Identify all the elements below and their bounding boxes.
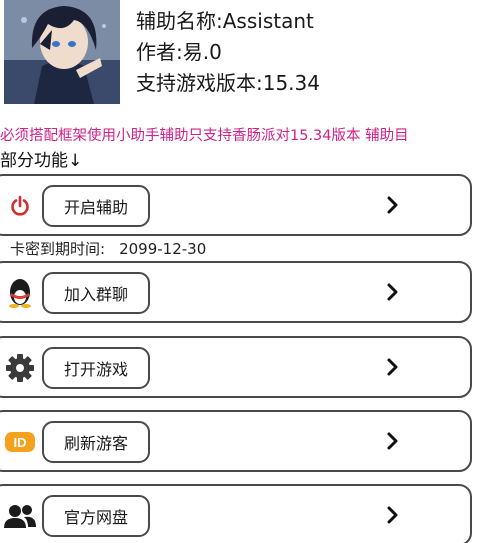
chevron-right-icon — [383, 503, 403, 527]
expiry-value: 2099-12-30 — [119, 240, 207, 258]
assistant-info: 辅助名称:Assistant 作者:易.0 支持游戏版本:15.34 — [136, 6, 320, 99]
open-game-button[interactable]: 打开游戏 — [42, 347, 150, 389]
row-open-game[interactable]: 打开游戏 — [0, 336, 472, 398]
expiry-label: 卡密到期时间: — [10, 240, 106, 258]
row-join-group[interactable]: 加入群聊 — [0, 261, 472, 323]
users-icon — [2, 501, 38, 531]
enable-assist-button[interactable]: 开启辅助 — [42, 185, 150, 227]
row-refresh-guest[interactable]: ID 刷新游客 — [0, 410, 472, 472]
assistant-name: 辅助名称:Assistant — [136, 9, 314, 33]
supported-version: 支持游戏版本:15.34 — [136, 71, 320, 95]
header: 辅助名称:Assistant 作者:易.0 支持游戏版本:15.34 — [0, 0, 478, 108]
official-drive-button[interactable]: 官方网盘 — [42, 495, 150, 537]
row-official-drive[interactable]: 官方网盘 — [0, 484, 472, 543]
qq-penguin-icon — [2, 278, 38, 308]
join-group-button[interactable]: 加入群聊 — [42, 272, 150, 314]
id-badge-icon: ID — [2, 427, 38, 457]
refresh-guest-button[interactable]: 刷新游客 — [42, 421, 150, 463]
notice-text: 必须搭配框架使用小助手辅助只支持香肠派对15.34版本 辅助目 — [0, 128, 409, 144]
row-enable-assist[interactable]: 开启辅助 — [0, 174, 472, 236]
chevron-right-icon — [383, 355, 403, 379]
power-icon — [2, 191, 38, 221]
section-title: 部分功能↓ — [0, 151, 83, 171]
card-expiry: 卡密到期时间: 2099-12-30 — [10, 238, 206, 260]
author: 作者:易.0 — [136, 40, 222, 64]
chevron-right-icon — [383, 193, 403, 217]
gear-icon — [2, 353, 38, 383]
svg-text:ID: ID — [14, 435, 27, 450]
chevron-right-icon — [383, 429, 403, 453]
chevron-right-icon — [383, 280, 403, 304]
avatar-image — [4, 0, 120, 104]
avatar — [4, 0, 120, 104]
